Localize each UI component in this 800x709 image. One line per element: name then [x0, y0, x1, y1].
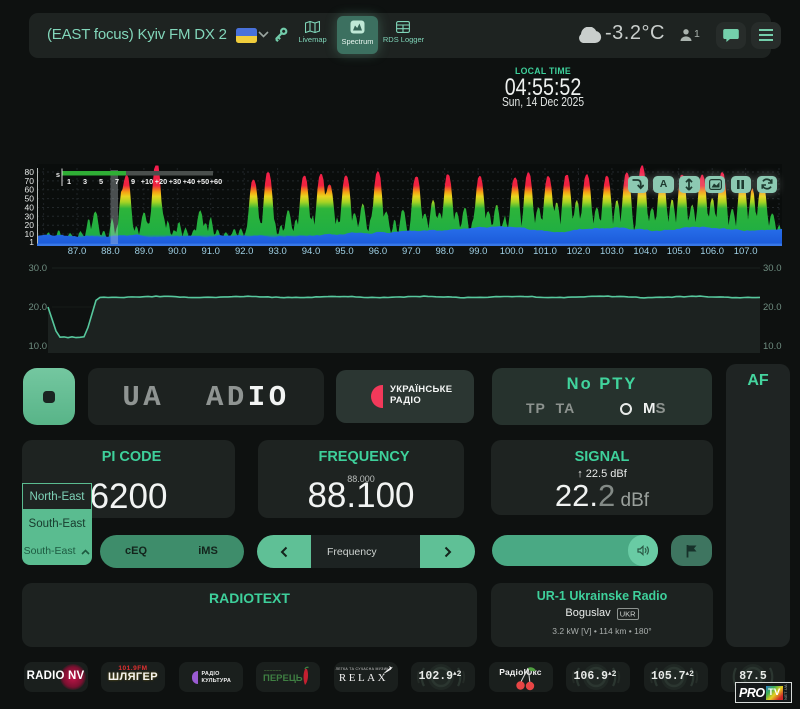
svg-text:91.0: 91.0: [201, 246, 220, 257]
svg-text:89.0: 89.0: [135, 246, 154, 257]
svg-text:106.0: 106.0: [700, 246, 724, 257]
svg-text:105.0: 105.0: [667, 246, 691, 257]
svg-text:20.0: 20.0: [29, 302, 48, 313]
svg-text:30.0: 30.0: [29, 263, 48, 274]
svg-text:1: 1: [67, 177, 71, 186]
svg-text:9: 9: [131, 177, 135, 186]
svg-text:97.0: 97.0: [402, 246, 421, 257]
svg-text:90.0: 90.0: [168, 246, 187, 257]
svg-text:1: 1: [29, 237, 34, 247]
svg-text:101.0: 101.0: [533, 246, 557, 257]
svg-text:+40: +40: [183, 177, 195, 186]
svg-text:10.0: 10.0: [29, 341, 48, 352]
svg-text:104.0: 104.0: [633, 246, 657, 257]
svg-text:s: s: [56, 170, 60, 179]
svg-text:102.0: 102.0: [567, 246, 591, 257]
svg-text:10.0: 10.0: [763, 341, 782, 352]
svg-text:7: 7: [115, 177, 119, 186]
svg-text:+50: +50: [197, 177, 209, 186]
svg-text:93.0: 93.0: [268, 246, 287, 257]
svg-text:107.0: 107.0: [734, 246, 758, 257]
svg-text:88.0: 88.0: [101, 246, 120, 257]
svg-text:3: 3: [83, 177, 87, 186]
svg-text:95.0: 95.0: [335, 246, 354, 257]
svg-text:+20: +20: [155, 177, 167, 186]
svg-text:+10: +10: [141, 177, 153, 186]
svg-text:30.0: 30.0: [763, 263, 782, 274]
svg-text:98.0: 98.0: [435, 246, 454, 257]
svg-text:20.0: 20.0: [763, 302, 782, 313]
svg-text:5: 5: [99, 177, 103, 186]
svg-text:103.0: 103.0: [600, 246, 624, 257]
svg-text:99.0: 99.0: [469, 246, 488, 257]
svg-text:+30: +30: [169, 177, 181, 186]
svg-text:100.0: 100.0: [500, 246, 524, 257]
svg-text:92.0: 92.0: [235, 246, 254, 257]
svg-text:94.0: 94.0: [302, 246, 321, 257]
svg-text:87.0: 87.0: [68, 246, 87, 257]
svg-text:+60: +60: [210, 177, 222, 186]
svg-text:96.0: 96.0: [369, 246, 388, 257]
